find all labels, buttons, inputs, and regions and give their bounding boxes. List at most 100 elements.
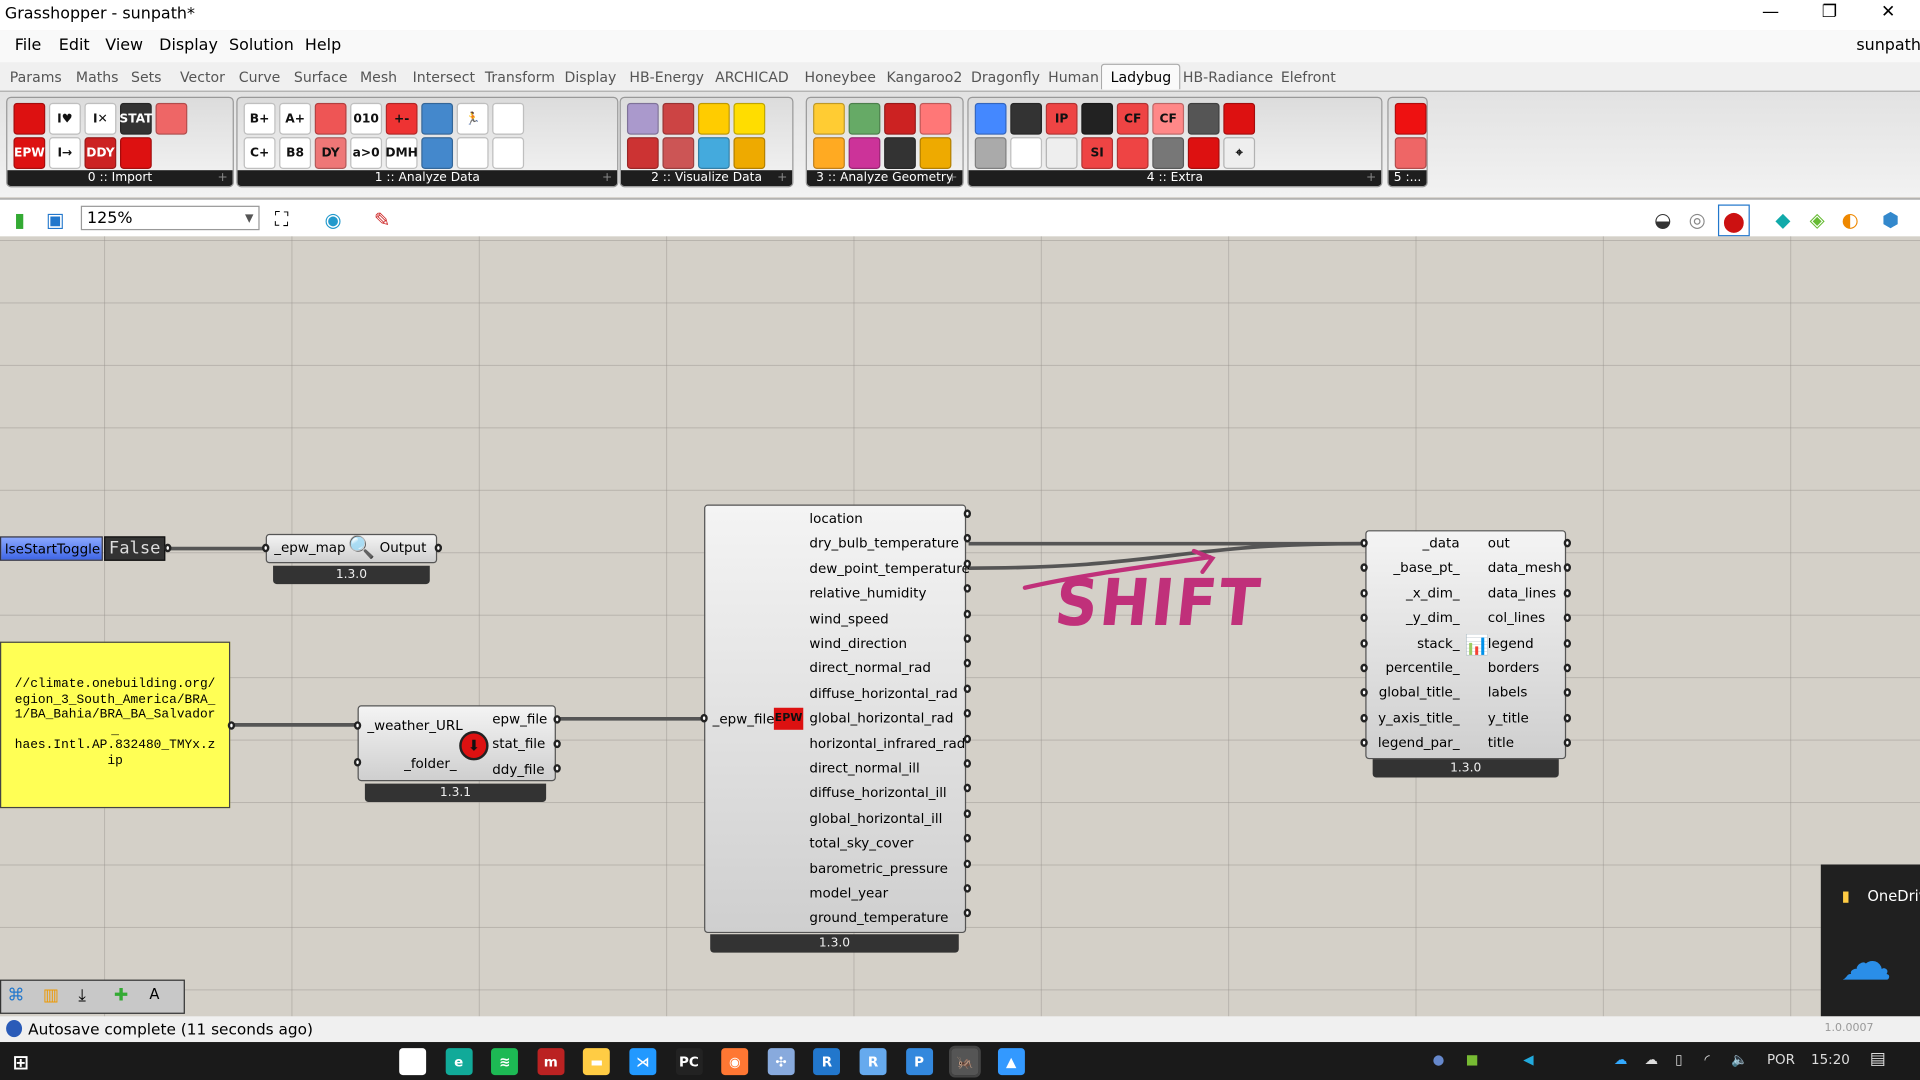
tab-surface[interactable]: Surface [294, 69, 348, 86]
open-epw-icon[interactable]: EPW [13, 137, 46, 169]
clock[interactable]: 15:20 [1811, 1052, 1850, 1068]
arithmetic-icon[interactable]: B8 [279, 137, 312, 169]
binary-icon[interactable]: 010 [350, 102, 383, 135]
sunpath-icon[interactable] [697, 102, 730, 135]
color-range-icon[interactable] [974, 102, 1007, 135]
time-interval-icon[interactable]: A+ [279, 102, 312, 135]
wind-rose-icon[interactable] [697, 137, 730, 169]
tab-honeybee[interactable]: Honeybee [804, 69, 875, 86]
import-epw-component[interactable]: _epw_file EPW location dry_bulb_temperatu… [704, 504, 970, 934]
ribbon-group-label[interactable]: 5 :... [1388, 170, 1427, 187]
import-stat-icon[interactable]: I→ [48, 137, 81, 169]
comfort-icon[interactable] [492, 102, 525, 135]
capture-icon[interactable] [1081, 102, 1114, 135]
restore-button[interactable]: ❐ [1811, 2, 1848, 26]
tab-params[interactable]: Params [10, 69, 62, 86]
photos-icon[interactable]: ▲ [997, 1048, 1025, 1076]
r-app-icon[interactable]: R [813, 1048, 841, 1076]
output-port[interactable] [963, 634, 972, 643]
utci-icon[interactable] [421, 137, 454, 169]
ribbon-group-label[interactable]: 2 :: Visualize Data [620, 170, 793, 187]
stat-file-port[interactable] [553, 739, 561, 749]
ribbon-group-label[interactable]: 4 :: Extra [968, 170, 1382, 187]
open-file-icon[interactable]: ▮ [5, 204, 34, 233]
epw-map-component[interactable]: _epw_map 🔍 Output [265, 533, 438, 564]
store-icon[interactable]: ▦ [399, 1048, 427, 1076]
menu-file[interactable]: File [15, 37, 42, 55]
c-f-icon[interactable]: CF [1116, 102, 1149, 135]
tab-human[interactable]: Human [1048, 69, 1099, 86]
menu-display[interactable]: Display [159, 37, 218, 55]
weather-url-port[interactable] [353, 721, 362, 730]
output-port[interactable] [963, 509, 972, 518]
output-port[interactable] [1563, 713, 1572, 723]
hourly-plot-icon[interactable] [626, 102, 659, 135]
ddy-icon[interactable]: DDY [84, 137, 117, 169]
open-folder-icon[interactable] [1223, 102, 1256, 135]
tab-dragonfly[interactable]: Dragonfly [971, 69, 1040, 86]
wea-from-epw-icon[interactable] [120, 137, 152, 169]
epw-file-input-port[interactable] [700, 713, 708, 723]
si-icon[interactable]: CF [1152, 102, 1185, 135]
onedrive-popup[interactable]: ▮ OneDriv ☁ [1820, 864, 1920, 1017]
output-port[interactable] [963, 609, 972, 618]
download-weather-icon[interactable] [13, 102, 46, 135]
output-port[interactable] [963, 759, 972, 768]
photoshop-icon[interactable]: P [905, 1048, 933, 1076]
bar-chart-icon[interactable] [662, 137, 695, 169]
preview-mesh-icon[interactable]: ◈ [1802, 204, 1831, 233]
zoom-select[interactable]: 125% ▼ [80, 205, 260, 231]
font-icon[interactable]: A [149, 986, 159, 1003]
radiation-rose-icon[interactable] [733, 137, 766, 169]
humidity-icon[interactable] [421, 102, 454, 135]
pmv2-icon[interactable] [456, 137, 489, 169]
ip-text-icon[interactable]: IP [1045, 102, 1078, 135]
stat-icon[interactable]: STAT [119, 102, 152, 135]
output-port[interactable] [1563, 538, 1572, 548]
preview-material-icon[interactable]: ◐ [1836, 204, 1865, 233]
mannequin-icon[interactable] [1152, 137, 1185, 169]
output-port[interactable] [963, 809, 972, 818]
edge-icon[interactable]: e [445, 1048, 473, 1076]
tab-archicad[interactable]: ARCHICAD [715, 69, 789, 86]
telegram-icon[interactable]: ◀ [1523, 1052, 1533, 1068]
tab-curve[interactable]: Curve [239, 69, 281, 86]
import-dd-icon[interactable]: I✕ [84, 102, 117, 135]
output-port[interactable] [963, 559, 972, 568]
record-icon[interactable] [1394, 102, 1427, 135]
output-port[interactable] [1563, 638, 1572, 648]
epw-file-port[interactable] [553, 715, 561, 724]
visibility-icon[interactable] [848, 137, 881, 169]
menu-edit[interactable]: Edit [59, 37, 90, 55]
cloud-tray-icon[interactable]: ☁ [1644, 1052, 1657, 1068]
pycharm-icon[interactable]: PC [675, 1048, 703, 1076]
output-port[interactable] [963, 884, 972, 893]
preview-selected-icon[interactable]: ◆ [1768, 204, 1797, 233]
input-port[interactable] [1360, 588, 1368, 598]
firefox-icon[interactable]: ◉ [721, 1048, 749, 1076]
gradient-dots-icon[interactable] [1010, 102, 1043, 135]
input-port[interactable] [1360, 663, 1368, 673]
group-expand-icon[interactable]: + [777, 170, 787, 186]
volume-icon[interactable]: 🔈 [1731, 1052, 1748, 1068]
url-panel[interactable]: //climate.onebuilding.org/ egion_3_South… [0, 641, 231, 809]
tab-vector[interactable]: Vector [180, 69, 225, 86]
output-port[interactable] [963, 734, 972, 743]
psych-icon[interactable] [662, 102, 695, 135]
human-to-sky-icon[interactable] [884, 102, 916, 135]
calc-icon[interactable]: +- [385, 102, 418, 135]
sketch-pen-icon[interactable]: ✎ [367, 204, 396, 233]
input-port[interactable] [1360, 713, 1368, 723]
group-expand-icon[interactable]: + [602, 170, 612, 186]
output-port[interactable] [1563, 588, 1572, 598]
onedrive-tray-icon[interactable]: ☁ [1614, 1052, 1627, 1068]
apply-condition-icon[interactable]: C+ [243, 137, 276, 169]
monthly-chart-component[interactable]: 📊 _data _base_pt_ _x_dim_ _y_dim_ stack_ perc… [1365, 530, 1567, 760]
tab-elefront[interactable]: Elefront [1281, 69, 1336, 86]
vscode-icon[interactable]: ⋊ [629, 1048, 657, 1076]
tab-sets[interactable]: Sets [131, 69, 161, 86]
zoom-extents-icon[interactable]: ⛶ [267, 204, 296, 233]
epw-map-output-port[interactable] [434, 543, 443, 553]
tab-hb-radiance[interactable]: HB-Radiance [1183, 69, 1273, 86]
boolean-toggle-label[interactable]: lseStartToggle [0, 536, 103, 561]
